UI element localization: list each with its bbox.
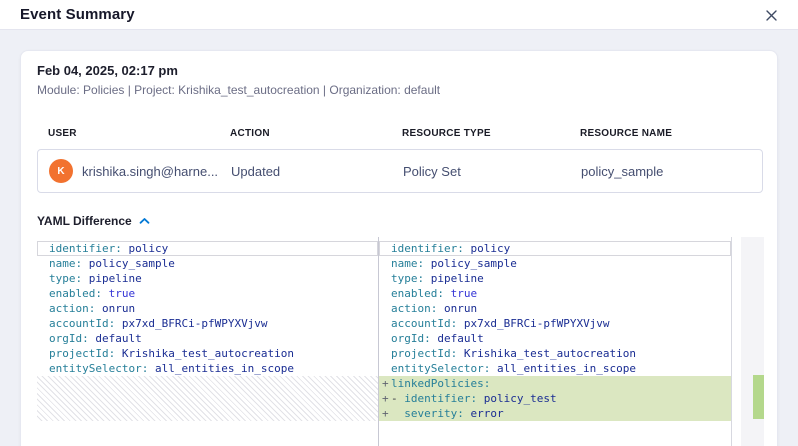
minimap[interactable] (741, 237, 764, 446)
scrollbar-track-edge (731, 237, 732, 446)
avatar: K (49, 159, 73, 183)
code-line: entitySelector: all_entities_in_scope (379, 361, 731, 376)
event-timestamp: Feb 04, 2025, 02:17 pm (37, 63, 178, 78)
page-title: Event Summary (20, 0, 135, 30)
diff-pane-modified[interactable]: identifier: policyname: policy_sampletyp… (379, 237, 731, 446)
code-line: identifier: policy (379, 241, 731, 256)
chevron-up-icon[interactable] (139, 217, 150, 225)
col-user: USER (37, 128, 219, 139)
code-line-added: +- identifier: policy_test (379, 391, 731, 406)
diff-pane-original[interactable]: identifier: policyname: policy_sampletyp… (37, 237, 378, 446)
diff-insert-marker: + (382, 376, 389, 391)
code-line: accountId: px7xd_BFRCi-pfWPYXVjvw (379, 316, 731, 331)
cell-action: Updated (220, 164, 392, 179)
diff-insert-marker: + (382, 391, 389, 406)
col-resource-type: RESOURCE TYPE (391, 128, 569, 139)
user-email: krishika.singh@harne... (82, 164, 218, 179)
code-line: orgId: default (379, 331, 731, 346)
cell-user: K krishika.singh@harne... (38, 159, 220, 183)
code-line-added: +linkedPolicies: (379, 376, 731, 391)
code-line: type: pipeline (37, 271, 378, 286)
code-line: projectId: Krishika_test_autocreation (379, 346, 731, 361)
minimap-added-marker (753, 375, 764, 419)
code-line: entitySelector: all_entities_in_scope (37, 361, 378, 376)
cell-resource-type: Policy Set (392, 164, 570, 179)
col-action: ACTION (219, 128, 391, 139)
cell-resource-name: policy_sample (570, 164, 762, 179)
code-line: type: pipeline (379, 271, 731, 286)
event-scope-meta: Module: Policies | Project: Krishika_tes… (37, 83, 440, 97)
code-line: enabled: true (37, 286, 378, 301)
diff-placeholder-hatch (37, 376, 378, 421)
yaml-difference-toggle[interactable]: YAML Difference (37, 214, 150, 228)
code-line: action: onrun (379, 301, 731, 316)
col-resource-name: RESOURCE NAME (569, 128, 763, 139)
code-line: name: policy_sample (379, 256, 731, 271)
table-row[interactable]: K krishika.singh@harne... Updated Policy… (37, 149, 763, 193)
audit-table-header: USER ACTION RESOURCE TYPE RESOURCE NAME (37, 125, 763, 141)
code-line: projectId: Krishika_test_autocreation (37, 346, 378, 361)
yaml-diff-editor[interactable]: identifier: policyname: policy_sampletyp… (37, 237, 764, 446)
code-line: action: onrun (37, 301, 378, 316)
event-summary-modal: Event Summary Feb 04, 2025, 02:17 pm Mod… (0, 0, 798, 446)
code-line-added: + severity: error (379, 406, 731, 421)
code-line: orgId: default (37, 331, 378, 346)
code-line: name: policy_sample (37, 256, 378, 271)
code-line: identifier: policy (37, 241, 378, 256)
code-line: accountId: px7xd_BFRCi-pfWPYXVjvw (37, 316, 378, 331)
close-icon[interactable] (760, 4, 782, 26)
code-line: enabled: true (379, 286, 731, 301)
modal-header: Event Summary (0, 0, 798, 30)
event-card: Feb 04, 2025, 02:17 pm Module: Policies … (20, 50, 778, 446)
yaml-difference-label: YAML Difference (37, 214, 132, 228)
diff-insert-marker: + (382, 406, 389, 421)
